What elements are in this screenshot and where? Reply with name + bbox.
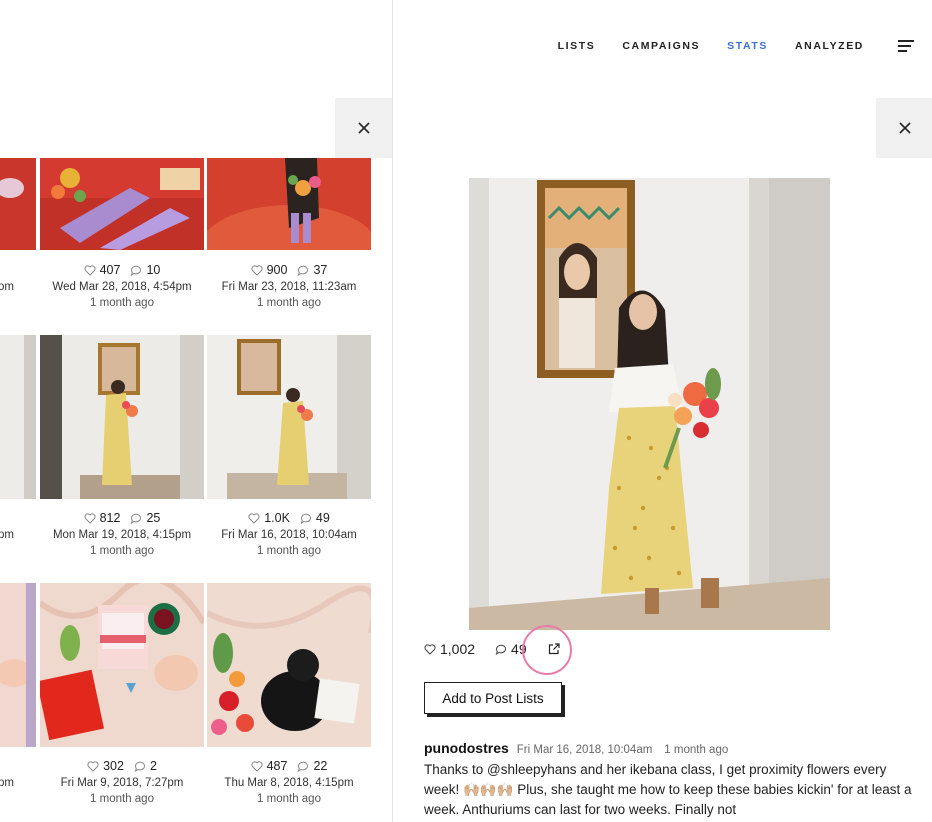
post-comment-count: 49 <box>511 641 527 657</box>
grid-item-meta: 302 2 Fri Mar 9, 2018, 7:27pm 1 month ag… <box>40 758 204 807</box>
grid-photo-partial[interactable] <box>0 583 36 747</box>
top-nav: LISTS CAMPAIGNS STATS ANALYZED <box>558 40 914 52</box>
post-ago: 1 month ago <box>257 545 321 557</box>
close-icon <box>358 122 370 134</box>
post-ago: 1 month ago <box>90 545 154 557</box>
grid-item-meta: 407 10 Wed Mar 28, 2018, 4:54pm 1 month … <box>40 262 204 311</box>
external-link-button[interactable] <box>547 642 561 656</box>
grid-photo[interactable] <box>40 583 204 747</box>
caption-text: Thanks to @shleepyhans and her ikebana c… <box>424 762 912 817</box>
comment-icon <box>134 761 145 772</box>
comment-icon <box>300 513 311 524</box>
left-close-button[interactable] <box>335 98 392 158</box>
comment-count: 25 <box>146 511 161 525</box>
partial-meta: om <box>0 262 14 295</box>
like-count: 900 <box>266 263 288 277</box>
nav-analyzed[interactable]: ANALYZED <box>795 40 864 52</box>
comment-icon <box>131 265 142 276</box>
comment-icon <box>298 265 309 276</box>
partial-date-fragment: om <box>0 281 14 293</box>
partial-date-fragment: pm <box>0 777 14 789</box>
add-to-post-lists-button[interactable]: Add to Post Lists <box>424 682 562 714</box>
grid-item-meta: 487 22 Thu Mar 8, 2018, 4:15pm 1 month a… <box>207 758 371 807</box>
right-close-button[interactable] <box>876 98 932 158</box>
nav-lists[interactable]: LISTS <box>558 40 596 52</box>
grid-photo-partial[interactable] <box>0 158 36 250</box>
like-count: 1.0K <box>264 511 290 525</box>
grid-item-meta: 900 37 Fri Mar 23, 2018, 11:23am 1 month… <box>207 262 371 311</box>
right-panel: LISTS CAMPAIGNS STATS ANALYZED 1,002 49 … <box>394 0 932 822</box>
heart-icon <box>87 760 99 772</box>
comment-count: 49 <box>315 511 330 525</box>
left-panel: om 407 10 Wed Mar 28, 2018, 4:54pm 1 mon… <box>0 0 393 822</box>
menu-icon[interactable] <box>898 40 914 52</box>
post-date: Fri Mar 16, 2018, 10:04am <box>221 529 357 541</box>
grid-item-meta: 812 25 Mon Mar 19, 2018, 4:15pm 1 month … <box>40 510 204 559</box>
post-photo <box>469 178 830 630</box>
comment-count: 37 <box>313 263 328 277</box>
heart-icon <box>248 512 260 524</box>
post-like-count: 1,002 <box>440 641 476 657</box>
post-date: Wed Mar 28, 2018, 4:54pm <box>52 281 192 293</box>
grid-photo-partial[interactable] <box>0 335 36 499</box>
grid-photo[interactable] <box>207 583 371 747</box>
like-count: 302 <box>103 759 124 773</box>
partial-meta: pm <box>0 510 14 543</box>
partial-meta: pm <box>0 758 14 791</box>
grid-item-meta: 1.0K 49 Fri Mar 16, 2018, 10:04am 1 mont… <box>207 510 371 559</box>
heart-icon <box>251 264 263 276</box>
post-date: Fri Mar 23, 2018, 11:23am <box>221 281 357 293</box>
close-icon <box>899 122 911 134</box>
heart-icon <box>424 643 436 655</box>
nav-stats[interactable]: STATS <box>727 40 768 52</box>
post-date: Fri Mar 9, 2018, 7:27pm <box>60 777 184 789</box>
post-ago: 1 month ago <box>90 297 154 309</box>
grid-photo[interactable] <box>40 335 204 499</box>
grid-photo[interactable] <box>40 158 204 250</box>
post-stats: 1,002 49 <box>424 641 561 657</box>
comment-icon <box>495 644 506 655</box>
post-date: Fri Mar 16, 2018, 10:04am <box>516 744 653 756</box>
comment-count: 22 <box>313 759 328 773</box>
comment-icon <box>131 513 142 524</box>
external-link-icon <box>548 643 560 655</box>
like-count: 487 <box>266 759 288 773</box>
post-ago: 1 month ago <box>664 744 729 756</box>
grid-photo[interactable] <box>207 335 371 499</box>
like-count: 407 <box>99 263 121 277</box>
post-date: Thu Mar 8, 2018, 4:15pm <box>224 777 354 789</box>
nav-campaigns[interactable]: CAMPAIGNS <box>622 40 700 52</box>
post-ago: 1 month ago <box>90 793 154 805</box>
heart-icon <box>251 760 263 772</box>
partial-date-fragment: pm <box>0 529 14 541</box>
grid-photo[interactable] <box>207 158 371 250</box>
heart-icon <box>84 512 96 524</box>
heart-icon <box>84 264 96 276</box>
username[interactable]: punodostres <box>424 740 509 756</box>
post-date: Mon Mar 19, 2018, 4:15pm <box>52 529 192 541</box>
comment-icon <box>298 761 309 772</box>
comment-count: 10 <box>146 263 161 277</box>
caption-header: punodostres Fri Mar 16, 2018, 10:04am 1 … <box>424 740 728 756</box>
post-ago: 1 month ago <box>257 793 321 805</box>
comment-count: 2 <box>149 759 157 773</box>
post-ago: 1 month ago <box>257 297 321 309</box>
like-count: 812 <box>99 511 121 525</box>
